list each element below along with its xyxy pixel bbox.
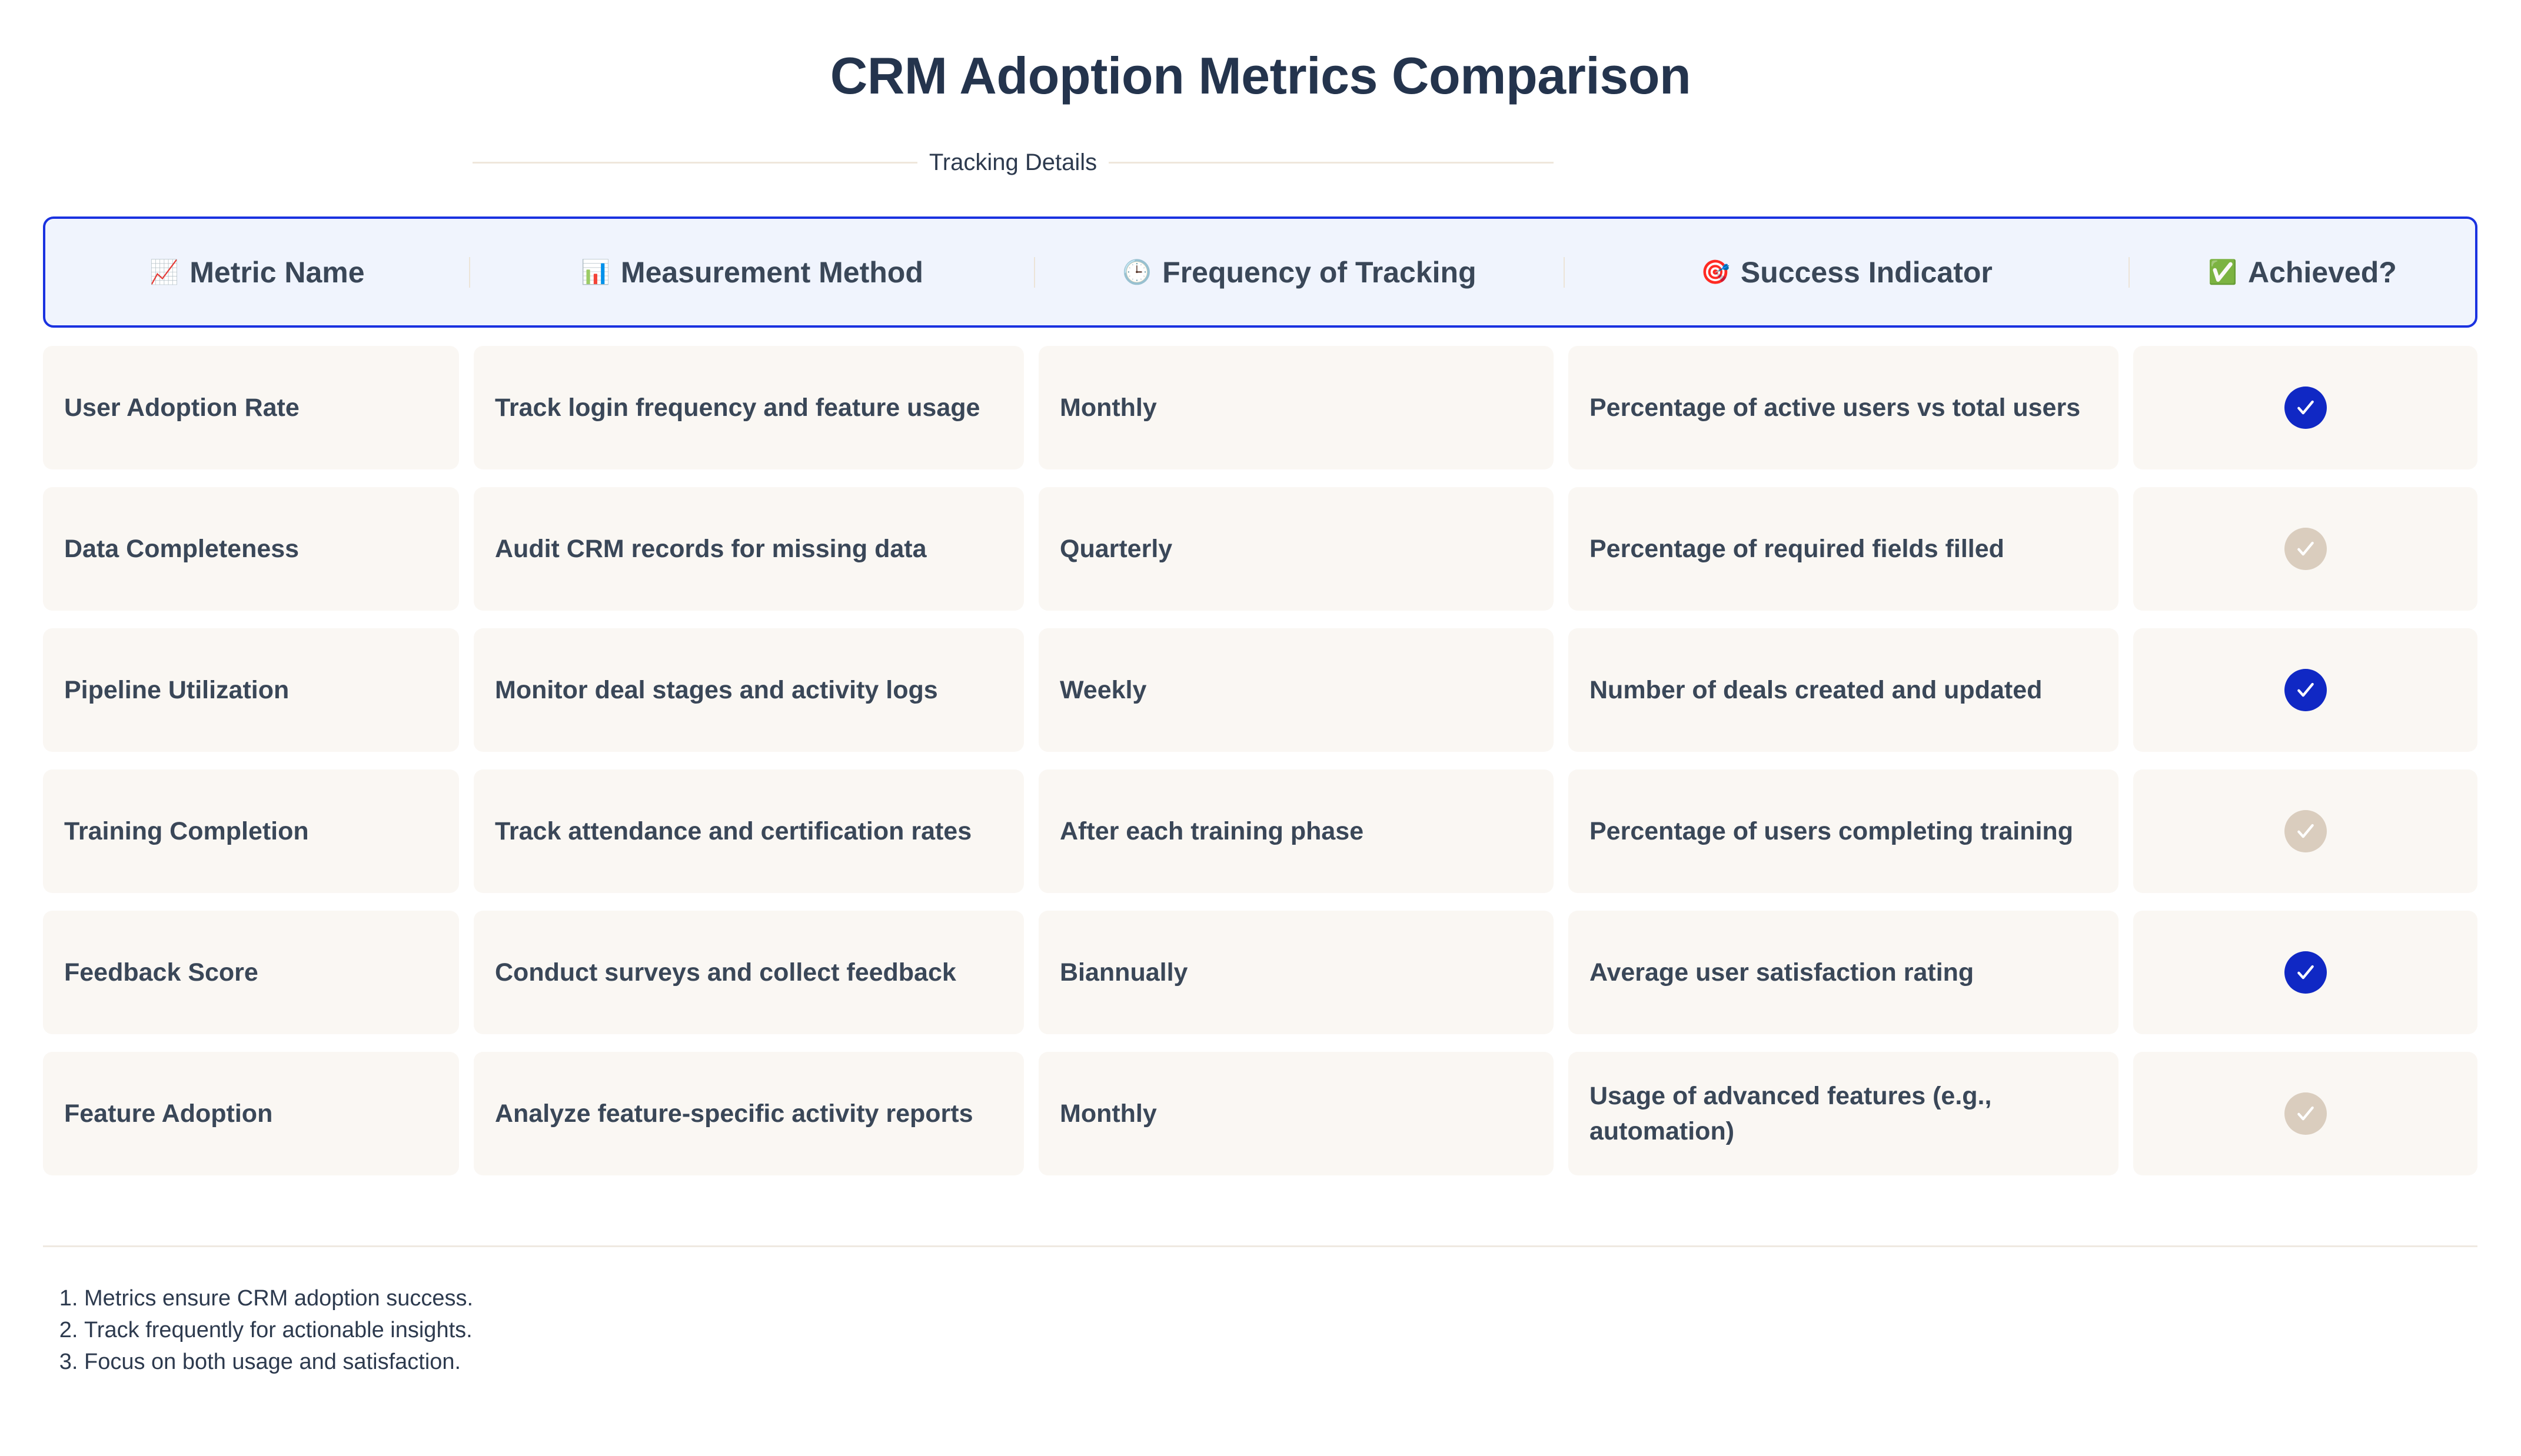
- cell-frequency: Monthly: [1039, 1052, 1554, 1175]
- cell-achieved: [2133, 487, 2477, 611]
- cell-text: Data Completeness: [64, 535, 300, 563]
- not-achieved-check-icon[interactable]: [2284, 1092, 2327, 1135]
- clock-icon: 🕒: [1122, 259, 1152, 285]
- cell-success-indicator: Usage of advanced features (e.g., automa…: [1568, 1052, 2118, 1175]
- table-row: Feature Adoption Analyze feature-specific…: [0, 1052, 2521, 1175]
- cell-measurement-method: Track login frequency and feature usage: [474, 346, 1024, 469]
- divider-line-left: [473, 161, 917, 164]
- page-title: CRM Adoption Metrics Comparison: [830, 46, 1691, 105]
- chart-increasing-icon: 📈: [149, 259, 179, 285]
- bar-chart-icon: 📊: [581, 259, 610, 285]
- cell-metric-name: Pipeline Utilization: [43, 628, 459, 752]
- note-item: Metrics ensure CRM adoption success.: [84, 1282, 473, 1314]
- cell-text: Monthly: [1060, 394, 1157, 422]
- column-header-label: Measurement Method: [620, 255, 923, 289]
- cell-text: Track attendance and certification rates: [495, 817, 972, 845]
- table-row: Training Completion Track attendance and …: [0, 769, 2521, 893]
- achieved-check-icon[interactable]: [2284, 669, 2327, 711]
- cell-frequency: After each training phase: [1039, 769, 1554, 893]
- footer-divider: [43, 1245, 2477, 1247]
- cell-text: Track login frequency and feature usage: [495, 394, 980, 422]
- column-header-achieved[interactable]: ✅ Achieved?: [2130, 219, 2475, 325]
- note-item: Track frequently for actionable insights…: [84, 1314, 473, 1346]
- table-row: Pipeline Utilization Monitor deal stages …: [0, 628, 2521, 752]
- cell-achieved: [2133, 911, 2477, 1034]
- divider-line-right: [1109, 161, 1554, 164]
- cell-text: Analyze feature-specific activity report…: [495, 1100, 973, 1128]
- column-header-frequency[interactable]: 🕒 Frequency of Tracking: [1035, 219, 1564, 325]
- cell-text: User Adoption Rate: [64, 394, 300, 422]
- not-achieved-check-icon[interactable]: [2284, 528, 2327, 570]
- cell-text: Conduct surveys and collect feedback: [495, 958, 956, 987]
- cell-text: Weekly: [1060, 676, 1147, 704]
- cell-text: Feedback Score: [64, 958, 258, 987]
- cell-success-indicator: Number of deals created and updated: [1568, 628, 2118, 752]
- section-divider: Tracking Details: [473, 146, 1554, 179]
- notes-list: Metrics ensure CRM adoption success. Tra…: [43, 1282, 473, 1378]
- cell-text: Quarterly: [1060, 535, 1173, 563]
- cell-metric-name: Data Completeness: [43, 487, 459, 611]
- column-header-label: Achieved?: [2247, 255, 2397, 289]
- cell-success-indicator: Percentage of required fields filled: [1568, 487, 2118, 611]
- column-header-success-indicator[interactable]: 🎯 Success Indicator: [1565, 219, 2128, 325]
- cell-text: After each training phase: [1060, 817, 1364, 845]
- table-row: Feedback Score Conduct surveys and collec…: [0, 911, 2521, 1034]
- column-header-label: Metric Name: [189, 255, 365, 289]
- cell-metric-name: Feature Adoption: [43, 1052, 459, 1175]
- column-header-label: Frequency of Tracking: [1162, 255, 1476, 289]
- cell-text: Biannually: [1060, 958, 1188, 987]
- cell-text: Monthly: [1060, 1100, 1157, 1128]
- cell-text: Usage of advanced features (e.g., automa…: [1589, 1082, 1992, 1145]
- cell-text: Pipeline Utilization: [64, 676, 290, 704]
- column-header-label: Success Indicator: [1740, 255, 1993, 289]
- cell-text: Monitor deal stages and activity logs: [495, 676, 938, 704]
- cell-achieved: [2133, 346, 2477, 469]
- cell-achieved: [2133, 769, 2477, 893]
- target-icon: 🎯: [1701, 259, 1730, 285]
- achieved-check-icon[interactable]: [2284, 387, 2327, 429]
- column-header-measurement-method[interactable]: 📊 Measurement Method: [470, 219, 1034, 325]
- cell-text: Audit CRM records for missing data: [495, 535, 927, 563]
- not-achieved-check-icon[interactable]: [2284, 810, 2327, 852]
- cell-text: Average user satisfaction rating: [1589, 958, 1974, 987]
- cell-measurement-method: Audit CRM records for missing data: [474, 487, 1024, 611]
- cell-measurement-method: Analyze feature-specific activity report…: [474, 1052, 1024, 1175]
- cell-frequency: Weekly: [1039, 628, 1554, 752]
- table-row: Data Completeness Audit CRM records for m…: [0, 487, 2521, 611]
- cell-measurement-method: Monitor deal stages and activity logs: [474, 628, 1024, 752]
- cell-text: Training Completion: [64, 817, 309, 845]
- section-subtitle: Tracking Details: [929, 149, 1097, 175]
- cell-success-indicator: Percentage of active users vs total user…: [1568, 346, 2118, 469]
- cell-measurement-method: Track attendance and certification rates: [474, 769, 1024, 893]
- cell-frequency: Biannually: [1039, 911, 1554, 1034]
- cell-text: Percentage of users completing training: [1589, 817, 2073, 845]
- check-mark-button-icon: ✅: [2208, 259, 2237, 285]
- cell-text: Feature Adoption: [64, 1100, 273, 1128]
- cell-measurement-method: Conduct surveys and collect feedback: [474, 911, 1024, 1034]
- cell-metric-name: User Adoption Rate: [43, 346, 459, 469]
- cell-text: Percentage of required fields filled: [1589, 535, 2004, 563]
- table-header: 📈 Metric Name 📊 Measurement Method 🕒 Fre…: [43, 216, 2477, 328]
- column-header-metric-name[interactable]: 📈 Metric Name: [45, 219, 469, 325]
- achieved-check-icon[interactable]: [2284, 951, 2327, 994]
- cell-success-indicator: Percentage of users completing training: [1568, 769, 2118, 893]
- cell-metric-name: Feedback Score: [43, 911, 459, 1034]
- table-row: User Adoption Rate Track login frequency …: [0, 346, 2521, 469]
- cell-achieved: [2133, 628, 2477, 752]
- cell-frequency: Monthly: [1039, 346, 1554, 469]
- cell-text: Number of deals created and updated: [1589, 676, 2043, 704]
- note-item: Focus on both usage and satisfaction.: [84, 1346, 473, 1378]
- cell-achieved: [2133, 1052, 2477, 1175]
- cell-text: Percentage of active users vs total user…: [1589, 394, 2081, 422]
- cell-frequency: Quarterly: [1039, 487, 1554, 611]
- cell-success-indicator: Average user satisfaction rating: [1568, 911, 2118, 1034]
- cell-metric-name: Training Completion: [43, 769, 459, 893]
